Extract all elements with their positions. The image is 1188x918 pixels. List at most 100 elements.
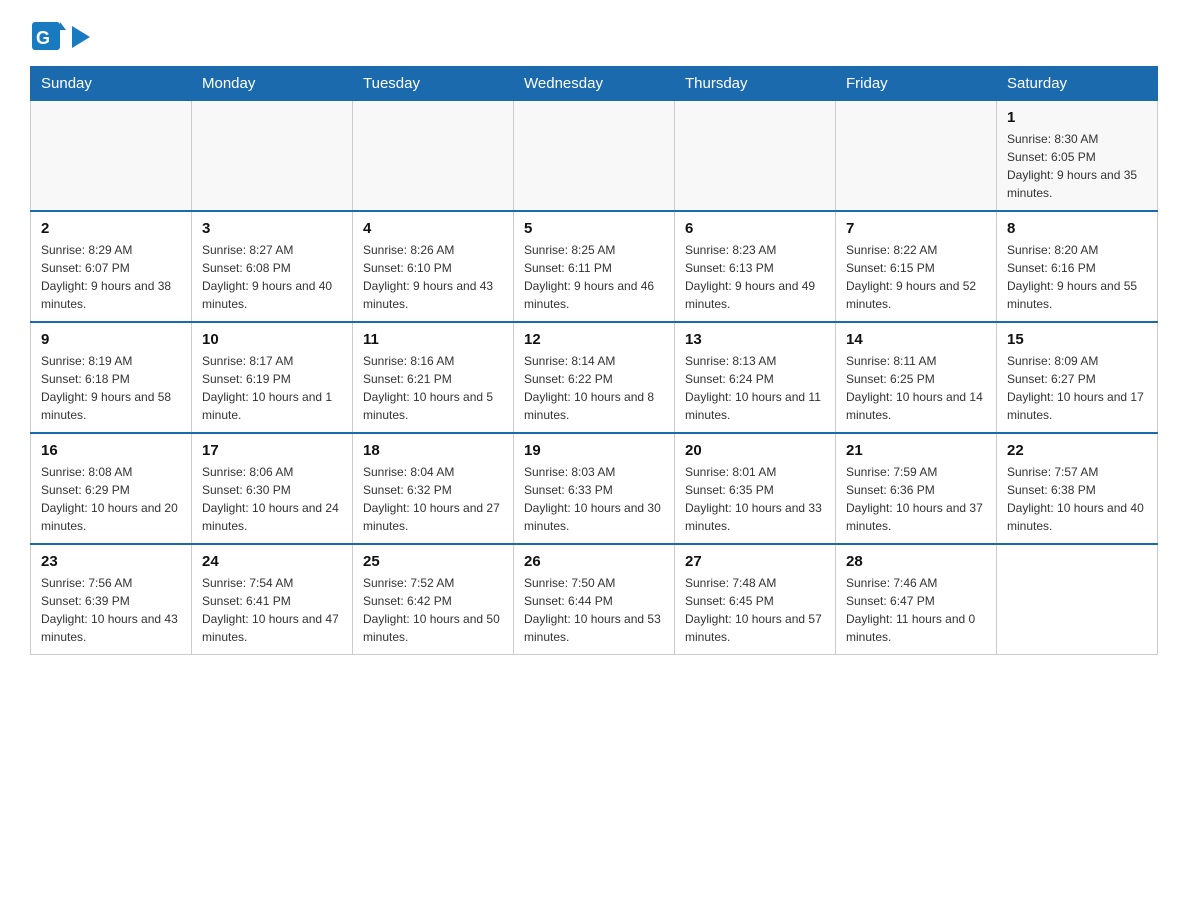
day-info: Sunrise: 8:26 AMSunset: 6:10 PMDaylight:… (363, 241, 503, 313)
day-number: 17 (202, 442, 342, 459)
calendar-cell: 6 Sunrise: 8:23 AMSunset: 6:13 PMDaylight… (675, 211, 836, 322)
day-info: Sunrise: 8:13 AMSunset: 6:24 PMDaylight:… (685, 352, 825, 424)
calendar-cell (997, 544, 1158, 655)
day-number: 12 (524, 331, 664, 348)
calendar-cell: 10Sunrise: 8:17 AMSunset: 6:19 PMDayligh… (192, 322, 353, 433)
page-header: G (30, 20, 1158, 56)
day-number: 24 (202, 553, 342, 570)
day-info: Sunrise: 7:46 AMSunset: 6:47 PMDaylight:… (846, 574, 986, 646)
calendar-cell: 19 Sunrise: 8:03 AMSunset: 6:33 PMDayligh… (514, 433, 675, 544)
day-number: 6 (685, 220, 825, 237)
calendar-cell: 4 Sunrise: 8:26 AMSunset: 6:10 PMDaylight… (353, 211, 514, 322)
day-info: Sunrise: 7:59 AMSunset: 6:36 PMDaylight:… (846, 463, 986, 535)
calendar-cell: 2 Sunrise: 8:29 AMSunset: 6:07 PMDaylight… (31, 211, 192, 322)
day-info: Sunrise: 8:20 AMSunset: 6:16 PMDaylight:… (1007, 241, 1147, 313)
logo: G (30, 20, 90, 56)
day-info: Sunrise: 8:17 AMSunset: 6:19 PMDaylight:… (202, 352, 342, 424)
day-info: Sunrise: 7:48 AMSunset: 6:45 PMDaylight:… (685, 574, 825, 646)
calendar-cell: 22 Sunrise: 7:57 AMSunset: 6:38 PMDayligh… (997, 433, 1158, 544)
day-info: Sunrise: 8:04 AMSunset: 6:32 PMDaylight:… (363, 463, 503, 535)
col-header-wednesday: Wednesday (514, 67, 675, 101)
day-number: 20 (685, 442, 825, 459)
day-info: Sunrise: 7:52 AMSunset: 6:42 PMDaylight:… (363, 574, 503, 646)
calendar-cell: 1 Sunrise: 8:30 AMSunset: 6:05 PMDaylight… (997, 101, 1158, 212)
day-info: Sunrise: 8:11 AMSunset: 6:25 PMDaylight:… (846, 352, 986, 424)
day-number: 22 (1007, 442, 1147, 459)
col-header-tuesday: Tuesday (353, 67, 514, 101)
col-header-sunday: Sunday (31, 67, 192, 101)
day-info: Sunrise: 7:56 AMSunset: 6:39 PMDaylight:… (41, 574, 181, 646)
calendar-cell: 17 Sunrise: 8:06 AMSunset: 6:30 PMDayligh… (192, 433, 353, 544)
day-number: 16 (41, 442, 181, 459)
calendar-cell: 5 Sunrise: 8:25 AMSunset: 6:11 PMDaylight… (514, 211, 675, 322)
day-number: 8 (1007, 220, 1147, 237)
logo-arrow-icon (72, 26, 90, 48)
day-number: 5 (524, 220, 664, 237)
calendar-cell: 8 Sunrise: 8:20 AMSunset: 6:16 PMDaylight… (997, 211, 1158, 322)
day-number: 15 (1007, 331, 1147, 348)
day-number: 18 (363, 442, 503, 459)
day-number: 2 (41, 220, 181, 237)
calendar-cell: 27Sunrise: 7:48 AMSunset: 6:45 PMDayligh… (675, 544, 836, 655)
day-info: Sunrise: 8:30 AMSunset: 6:05 PMDaylight:… (1007, 130, 1147, 202)
logo-mark: G (30, 20, 66, 56)
day-number: 11 (363, 331, 503, 348)
calendar-cell: 9Sunrise: 8:19 AMSunset: 6:18 PMDaylight… (31, 322, 192, 433)
calendar-cell (31, 101, 192, 212)
day-info: Sunrise: 8:03 AMSunset: 6:33 PMDaylight:… (524, 463, 664, 535)
day-info: Sunrise: 7:54 AMSunset: 6:41 PMDaylight:… (202, 574, 342, 646)
calendar-cell: 24 Sunrise: 7:54 AMSunset: 6:41 PMDayligh… (192, 544, 353, 655)
day-info: Sunrise: 8:06 AMSunset: 6:30 PMDaylight:… (202, 463, 342, 535)
day-info: Sunrise: 8:29 AMSunset: 6:07 PMDaylight:… (41, 241, 181, 313)
col-header-thursday: Thursday (675, 67, 836, 101)
calendar-cell: 26Sunrise: 7:50 AMSunset: 6:44 PMDayligh… (514, 544, 675, 655)
day-info: Sunrise: 8:25 AMSunset: 6:11 PMDaylight:… (524, 241, 664, 313)
calendar-cell (192, 101, 353, 212)
day-number: 13 (685, 331, 825, 348)
day-number: 19 (524, 442, 664, 459)
day-info: Sunrise: 8:22 AMSunset: 6:15 PMDaylight:… (846, 241, 986, 313)
calendar-cell: 13 Sunrise: 8:13 AMSunset: 6:24 PMDayligh… (675, 322, 836, 433)
calendar-cell: 7 Sunrise: 8:22 AMSunset: 6:15 PMDaylight… (836, 211, 997, 322)
day-number: 21 (846, 442, 986, 459)
day-number: 23 (41, 553, 181, 570)
calendar-cell: 12 Sunrise: 8:14 AMSunset: 6:22 PMDayligh… (514, 322, 675, 433)
day-number: 4 (363, 220, 503, 237)
logo-icon: G (30, 20, 66, 56)
day-info: Sunrise: 8:09 AMSunset: 6:27 PMDaylight:… (1007, 352, 1147, 424)
logo-text (72, 26, 90, 50)
day-number: 7 (846, 220, 986, 237)
calendar-cell: 20 Sunrise: 8:01 AMSunset: 6:35 PMDayligh… (675, 433, 836, 544)
calendar-cell: 21 Sunrise: 7:59 AMSunset: 6:36 PMDayligh… (836, 433, 997, 544)
day-info: Sunrise: 8:27 AMSunset: 6:08 PMDaylight:… (202, 241, 342, 313)
calendar-cell: 25 Sunrise: 7:52 AMSunset: 6:42 PMDayligh… (353, 544, 514, 655)
calendar-cell: 3 Sunrise: 8:27 AMSunset: 6:08 PMDaylight… (192, 211, 353, 322)
svg-text:G: G (36, 28, 50, 48)
calendar-header-row: SundayMondayTuesdayWednesdayThursdayFrid… (31, 67, 1158, 101)
col-header-monday: Monday (192, 67, 353, 101)
day-info: Sunrise: 8:19 AMSunset: 6:18 PMDaylight:… (41, 352, 181, 424)
day-number: 26 (524, 553, 664, 570)
day-info: Sunrise: 7:57 AMSunset: 6:38 PMDaylight:… (1007, 463, 1147, 535)
day-info: Sunrise: 8:01 AMSunset: 6:35 PMDaylight:… (685, 463, 825, 535)
calendar-cell: 23 Sunrise: 7:56 AMSunset: 6:39 PMDayligh… (31, 544, 192, 655)
day-number: 1 (1007, 109, 1147, 126)
day-number: 14 (846, 331, 986, 348)
calendar-cell (514, 101, 675, 212)
day-number: 3 (202, 220, 342, 237)
day-number: 25 (363, 553, 503, 570)
calendar-cell: 18 Sunrise: 8:04 AMSunset: 6:32 PMDayligh… (353, 433, 514, 544)
day-info: Sunrise: 8:14 AMSunset: 6:22 PMDaylight:… (524, 352, 664, 424)
calendar-table: SundayMondayTuesdayWednesdayThursdayFrid… (30, 66, 1158, 655)
col-header-friday: Friday (836, 67, 997, 101)
day-info: Sunrise: 8:08 AMSunset: 6:29 PMDaylight:… (41, 463, 181, 535)
calendar-cell: 15 Sunrise: 8:09 AMSunset: 6:27 PMDayligh… (997, 322, 1158, 433)
calendar-week-row: 2 Sunrise: 8:29 AMSunset: 6:07 PMDaylight… (31, 211, 1158, 322)
calendar-cell: 14 Sunrise: 8:11 AMSunset: 6:25 PMDayligh… (836, 322, 997, 433)
calendar-cell: 11Sunrise: 8:16 AMSunset: 6:21 PMDayligh… (353, 322, 514, 433)
calendar-cell: 28Sunrise: 7:46 AMSunset: 6:47 PMDayligh… (836, 544, 997, 655)
calendar-cell: 16 Sunrise: 8:08 AMSunset: 6:29 PMDayligh… (31, 433, 192, 544)
day-info: Sunrise: 8:23 AMSunset: 6:13 PMDaylight:… (685, 241, 825, 313)
calendar-cell (836, 101, 997, 212)
calendar-week-row: 16 Sunrise: 8:08 AMSunset: 6:29 PMDayligh… (31, 433, 1158, 544)
